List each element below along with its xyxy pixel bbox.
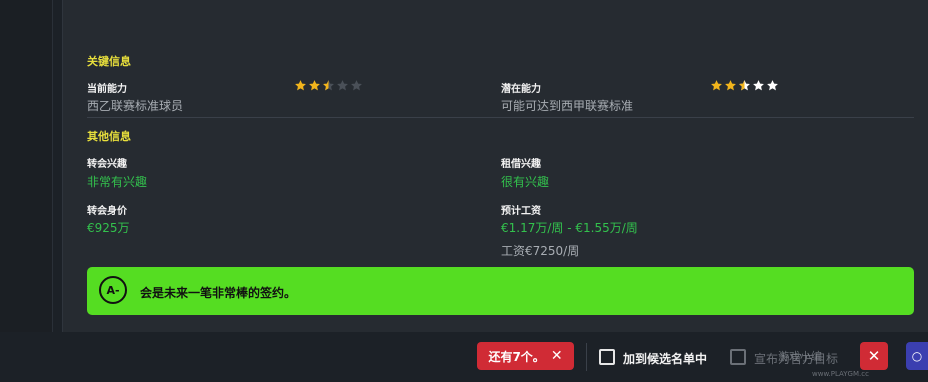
potential-ability-stars <box>710 79 779 92</box>
star-icon <box>295 80 306 91</box>
current-ability-value: 西乙联赛标准球员 <box>87 99 184 113</box>
current-ability-stars <box>294 79 363 92</box>
remaining-players-button[interactable]: 还有7个。 ✕ <box>477 342 574 370</box>
watermark-url: www.PLAYGM.cc <box>812 370 869 378</box>
close-icon: ✕ <box>867 347 881 365</box>
star-white-icon <box>767 80 778 91</box>
current-ability-label: 当前能力 <box>87 84 127 95</box>
add-shortlist-label[interactable]: 加到候选名单中 <box>623 350 707 367</box>
watermark: 游戏小编 <box>778 350 822 363</box>
half-star-icon <box>323 80 334 91</box>
grade-badge-icon: A- <box>99 276 127 304</box>
toolbar-divider <box>586 343 587 371</box>
scout-verdict-callout: A- 会是未来一笔非常棒的签约。 <box>87 267 914 315</box>
star-icon <box>309 80 320 91</box>
add-shortlist-checkbox[interactable] <box>599 349 615 365</box>
announce-target-checkbox[interactable] <box>730 349 746 365</box>
potential-ability-label: 潜在能力 <box>501 84 541 95</box>
current-wage-value: 工资€7250/周 <box>501 244 580 258</box>
scout-verdict-text: 会是未来一笔非常棒的签约。 <box>140 286 297 300</box>
transfer-interest-value: 非常有兴趣 <box>87 175 148 189</box>
transfer-interest-label: 转会兴趣 <box>87 159 127 170</box>
next-button[interactable]: ○ <box>906 342 928 370</box>
star-white-icon <box>753 80 764 91</box>
expected-wage-label: 预计工资 <box>501 206 541 217</box>
expected-wage-range: €1.17万/周 - €1.55万/周 <box>501 221 638 235</box>
potential-ability-value: 可能可达到西甲联赛标准 <box>501 99 634 113</box>
half-star-icon <box>739 80 750 91</box>
key-info-heading: 关键信息 <box>87 55 131 68</box>
star-empty-icon <box>337 80 348 91</box>
transfer-value-value: €925万 <box>87 221 130 235</box>
section-divider <box>87 117 914 118</box>
left-sidebar <box>0 0 53 382</box>
star-icon <box>725 80 736 91</box>
remaining-players-label: 还有7个。 <box>488 349 545 364</box>
loan-interest-value: 很有兴趣 <box>501 175 550 189</box>
search-icon: ○ <box>911 349 923 363</box>
other-info-heading: 其他信息 <box>87 130 131 143</box>
star-icon <box>711 80 722 91</box>
close-icon: ✕ <box>550 348 563 364</box>
loan-interest-label: 租借兴趣 <box>501 159 541 170</box>
transfer-value-label: 转会身价 <box>87 206 127 217</box>
star-empty-icon <box>351 80 362 91</box>
reject-button[interactable]: ✕ <box>860 342 888 370</box>
